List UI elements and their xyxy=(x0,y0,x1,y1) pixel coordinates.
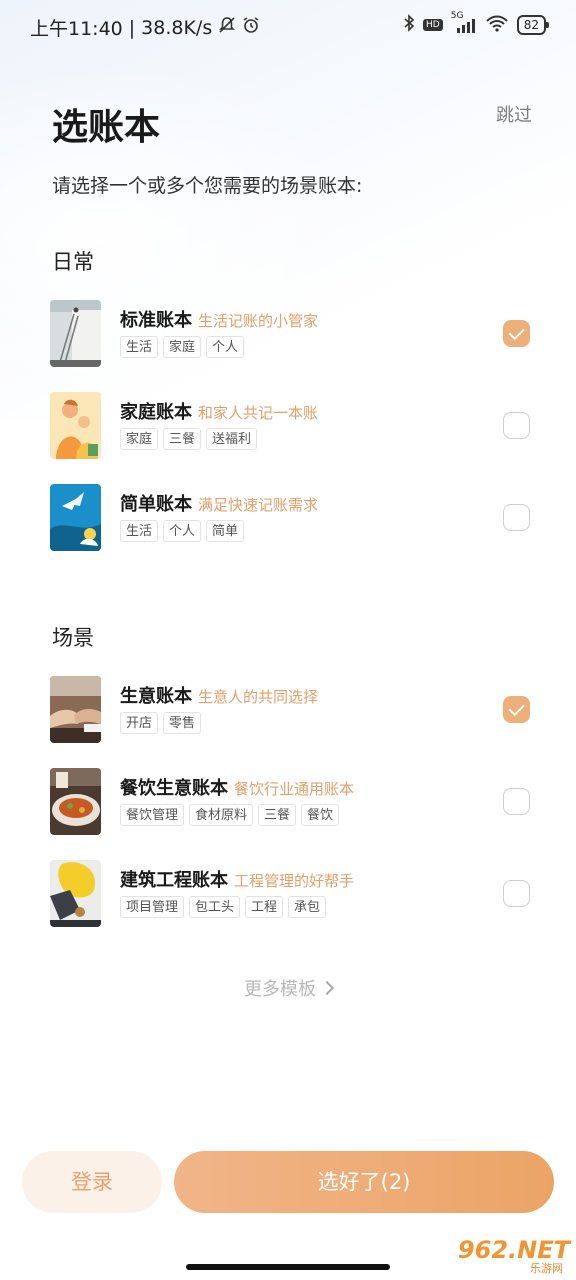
home-indicator[interactable] xyxy=(186,1264,390,1270)
ledger-name: 家庭账本 和家人共记一本账 xyxy=(120,398,318,424)
hd-badge: HD xyxy=(423,19,443,31)
ledger-tag: 餐饮管理 xyxy=(120,804,185,826)
section-title-scene: 场景 xyxy=(52,626,94,650)
ledger-tag: 送福利 xyxy=(206,428,258,450)
ledger-thumbnail xyxy=(50,484,101,551)
ledger-tags: 家庭 三餐 送福利 xyxy=(120,428,258,450)
ledger-desc: 生意人的共同选择 xyxy=(198,688,319,706)
ledger-tag: 工程 xyxy=(245,896,284,918)
ledger-tag: 家庭 xyxy=(120,428,159,450)
ledger-name: 餐饮生意账本 餐饮行业通用账本 xyxy=(120,774,354,800)
more-templates-label: 更多模板 xyxy=(244,979,316,1000)
ledger-desc: 生活记账的小管家 xyxy=(198,312,319,330)
bell-off-icon xyxy=(218,16,236,39)
network-type: 5G xyxy=(450,11,464,21)
ledger-checkbox[interactable] xyxy=(503,412,530,439)
ledger-tag: 三餐 xyxy=(163,428,202,450)
ledger-desc: 和家人共记一本账 xyxy=(198,404,319,422)
ledger-tag: 项目管理 xyxy=(120,896,185,918)
ledger-desc: 餐饮行业通用账本 xyxy=(234,780,355,798)
ledger-tags: 餐饮管理 食材原料 三餐 餐饮 xyxy=(120,804,340,826)
ledger-thumbnail xyxy=(50,676,101,743)
ledger-tag: 零售 xyxy=(163,712,202,734)
ledger-tags: 项目管理 包工头 工程 承包 xyxy=(120,896,327,918)
ledger-thumbnail xyxy=(50,768,101,835)
ledger-checkbox[interactable] xyxy=(503,504,530,531)
ledger-tag: 食材原料 xyxy=(189,804,254,826)
ledger-title: 简单账本 xyxy=(120,494,192,515)
ledger-checkbox[interactable] xyxy=(503,320,530,347)
ledger-name: 生意账本 生意人的共同选择 xyxy=(120,682,318,708)
ledger-tags: 生活 家庭 个人 xyxy=(120,336,245,358)
ledger-item-standard[interactable]: 标准账本 生活记账的小管家 生活 家庭 个人 xyxy=(50,300,540,372)
wifi-icon xyxy=(485,14,509,36)
ledger-tags: 开店 零售 xyxy=(120,712,202,734)
ledger-tag: 个人 xyxy=(163,520,202,542)
ledger-tags: 生活 个人 简单 xyxy=(120,520,245,542)
ledger-thumbnail xyxy=(50,860,101,927)
ledger-name: 简单账本 满足快速记账需求 xyxy=(120,490,318,516)
watermark-sub: 乐游网 xyxy=(527,1260,566,1276)
ledger-tag: 生活 xyxy=(120,520,159,542)
ledger-title: 餐饮生意账本 xyxy=(120,778,228,799)
page-subtitle: 请选择一个或多个您需要的场景账本: xyxy=(52,175,363,197)
ledger-tag: 简单 xyxy=(206,520,245,542)
ledger-checkbox[interactable] xyxy=(503,696,530,723)
ledger-desc: 工程管理的好帮手 xyxy=(234,872,355,890)
bluetooth-icon xyxy=(403,14,415,36)
ledger-thumbnail xyxy=(50,300,101,367)
ledger-tag: 三餐 xyxy=(258,804,297,826)
signal-icon: 5G xyxy=(451,11,477,33)
ledger-title: 标准账本 xyxy=(120,310,192,331)
section-title-daily: 日常 xyxy=(52,250,94,274)
page-title: 选账本 xyxy=(52,107,161,148)
confirm-selection-button[interactable]: 选好了(2) xyxy=(174,1151,554,1213)
ledger-tag: 承包 xyxy=(288,896,327,918)
ledger-thumbnail xyxy=(50,392,101,459)
status-speed: 38.8K/s xyxy=(141,16,213,39)
ledger-title: 家庭账本 xyxy=(120,402,192,423)
status-bar: 上午11:40 | 38.8K/s HD 5G 82 xyxy=(0,0,576,56)
ledger-desc: 满足快速记账需求 xyxy=(198,496,319,514)
skip-button[interactable]: 跳过 xyxy=(496,101,532,127)
more-templates-link[interactable]: 更多模板 xyxy=(0,975,576,1001)
status-divider: | xyxy=(128,16,136,39)
login-button[interactable]: 登录 xyxy=(22,1151,162,1213)
ledger-tag: 包工头 xyxy=(189,896,241,918)
ledger-tag: 生活 xyxy=(120,336,159,358)
ledger-checkbox[interactable] xyxy=(503,880,530,907)
watermark-logo: 962.NET 乐游网 xyxy=(436,1236,570,1276)
ledger-tag: 餐饮 xyxy=(301,804,340,826)
ledger-item-simple[interactable]: 简单账本 满足快速记账需求 生活 个人 简单 xyxy=(50,484,540,556)
ledger-tag: 个人 xyxy=(206,336,245,358)
ledger-tag: 家庭 xyxy=(163,336,202,358)
ledger-tag: 开店 xyxy=(120,712,159,734)
ledger-item-construction[interactable]: 建筑工程账本 工程管理的好帮手 项目管理 包工头 工程 承包 xyxy=(50,860,540,932)
ledger-item-business[interactable]: 生意账本 生意人的共同选择 开店 零售 xyxy=(50,676,540,748)
status-right: HD 5G 82 xyxy=(403,11,550,36)
status-time: 上午11:40 xyxy=(30,18,123,40)
ledger-title: 生意账本 xyxy=(120,686,192,707)
ledger-title: 建筑工程账本 xyxy=(120,870,228,891)
chevron-right-icon xyxy=(319,980,335,996)
ledger-name: 标准账本 生活记账的小管家 xyxy=(120,306,318,332)
ledger-checkbox[interactable] xyxy=(503,788,530,815)
battery-indicator: 82 xyxy=(516,15,550,35)
status-left: 上午11:40 | 38.8K/s xyxy=(30,14,260,41)
ledger-item-catering[interactable]: 餐饮生意账本 餐饮行业通用账本 餐饮管理 食材原料 三餐 餐饮 xyxy=(50,768,540,840)
alarm-icon xyxy=(242,16,260,39)
ledger-name: 建筑工程账本 工程管理的好帮手 xyxy=(120,866,354,892)
ledger-item-family[interactable]: 家庭账本 和家人共记一本账 家庭 三餐 送福利 xyxy=(50,392,540,464)
